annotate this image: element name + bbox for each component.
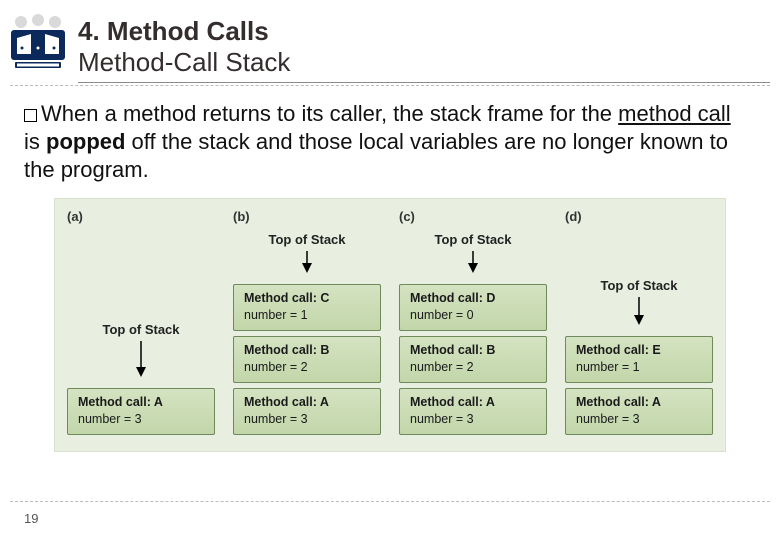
column-label: (d) <box>565 209 713 224</box>
frame-number: number = 2 <box>410 359 540 376</box>
frame-method: Method call: A <box>576 394 706 411</box>
text-seg3: off the stack and those local variables … <box>24 129 728 182</box>
bold-word: popped <box>46 129 125 154</box>
frame-method: Method call: E <box>576 342 706 359</box>
text-seg2: is <box>24 129 46 154</box>
frame-number: number = 1 <box>244 307 374 324</box>
stack-frame: Method call: B number = 2 <box>399 336 547 383</box>
frame-number: number = 3 <box>410 411 540 428</box>
frame-number: number = 2 <box>244 359 374 376</box>
stack-frame: Method call: A number = 3 <box>399 388 547 435</box>
frame-method: Method call: A <box>78 394 208 411</box>
slide-title-line1: 4. Method Calls <box>78 16 290 47</box>
stack-diagram: (a) Top of Stack Method call: A number =… <box>54 198 726 451</box>
university-logo <box>8 10 68 78</box>
arrow-down-icon <box>233 251 381 273</box>
divider-dashed-bottom <box>10 501 770 502</box>
underlined-phrase: method call <box>618 101 731 126</box>
frame-method: Method call: B <box>410 342 540 359</box>
frame-method: Method call: D <box>410 290 540 307</box>
column-label: (a) <box>67 209 215 224</box>
frame-number: number = 0 <box>410 307 540 324</box>
arrow-down-icon <box>399 251 547 273</box>
text-seg1: a method returns to its caller, the stac… <box>98 101 618 126</box>
slide-title-line2: Method-Call Stack <box>78 47 290 78</box>
top-of-stack-label: Top of Stack <box>67 322 215 337</box>
stack-column-d: (d) Top of Stack Method call: E number =… <box>565 209 713 434</box>
stack-frame: Method call: A number = 3 <box>233 388 381 435</box>
frame-number: number = 1 <box>576 359 706 376</box>
stack-frame: Method call: A number = 3 <box>67 388 215 435</box>
bullet-paragraph: When a method returns to its caller, the… <box>0 86 780 184</box>
frame-number: number = 3 <box>244 411 374 428</box>
top-of-stack-label: Top of Stack <box>399 232 547 247</box>
column-label: (c) <box>399 209 547 224</box>
arrow-down-icon <box>67 341 215 377</box>
frame-number: number = 3 <box>78 411 208 428</box>
lead-word: When <box>41 101 98 126</box>
page-number: 19 <box>24 511 38 526</box>
stack-column-c: (c) Top of Stack Method call: D number =… <box>399 209 547 434</box>
frame-number: number = 3 <box>576 411 706 428</box>
stack-column-a: (a) Top of Stack Method call: A number =… <box>67 209 215 434</box>
title-underline <box>78 82 770 83</box>
top-of-stack-label: Top of Stack <box>233 232 381 247</box>
stack-frame: Method call: B number = 2 <box>233 336 381 383</box>
frame-method: Method call: A <box>410 394 540 411</box>
stack-frame: Method call: C number = 1 <box>233 284 381 331</box>
stack-column-b: (b) Top of Stack Method call: C number =… <box>233 209 381 434</box>
frame-method: Method call: A <box>244 394 374 411</box>
frame-method: Method call: C <box>244 290 374 307</box>
top-of-stack-label: Top of Stack <box>565 278 713 293</box>
frame-method: Method call: B <box>244 342 374 359</box>
bullet-square-icon <box>24 109 37 122</box>
arrow-down-icon <box>565 297 713 325</box>
stack-frame: Method call: D number = 0 <box>399 284 547 331</box>
stack-frame: Method call: A number = 3 <box>565 388 713 435</box>
column-label: (b) <box>233 209 381 224</box>
slide-header: 4. Method Calls Method-Call Stack <box>0 0 780 78</box>
stack-frame: Method call: E number = 1 <box>565 336 713 383</box>
